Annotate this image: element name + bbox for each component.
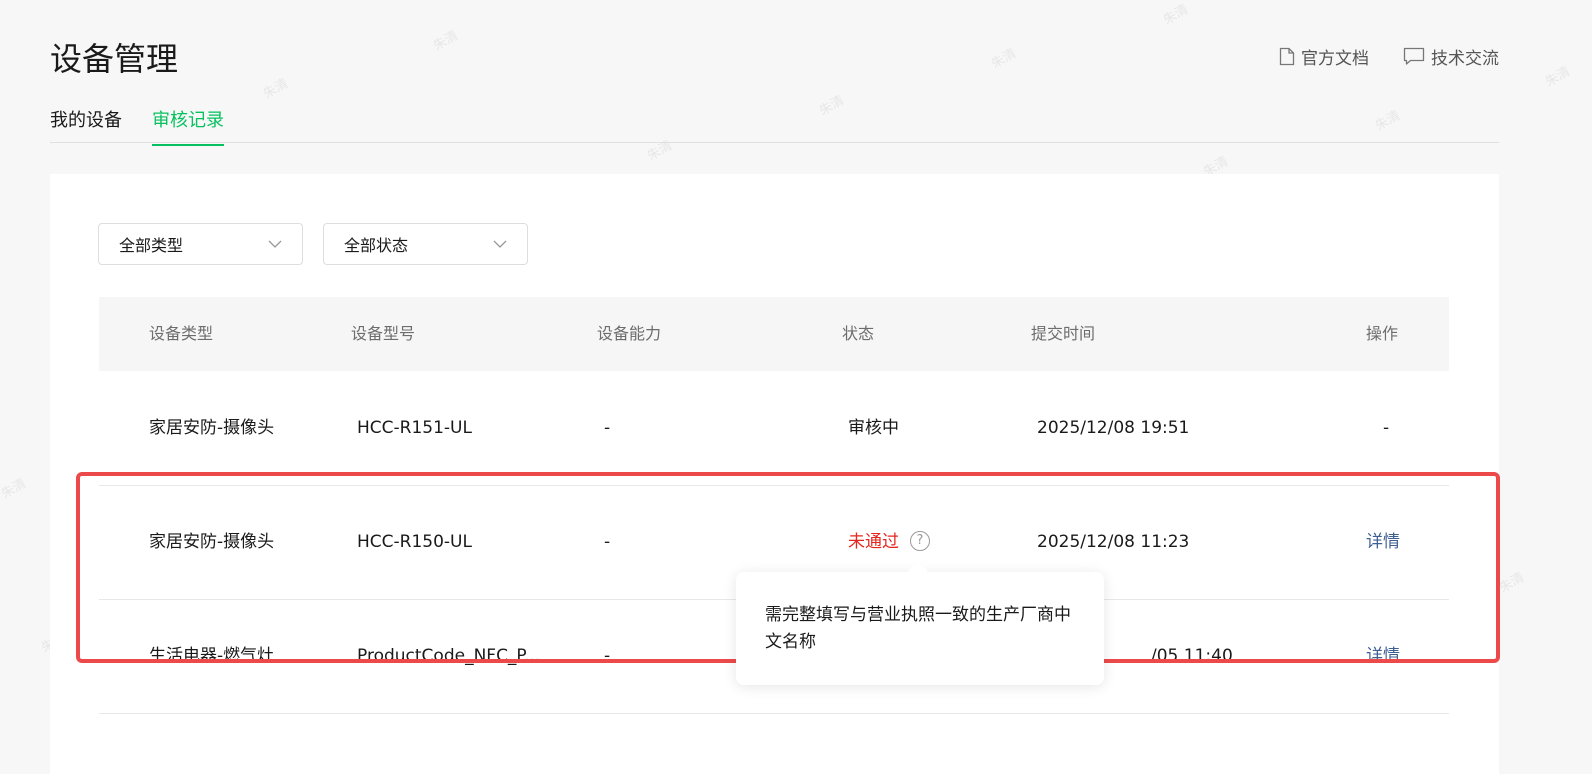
page-title: 设备管理	[50, 40, 179, 78]
type-filter-value: 全部类型	[119, 236, 184, 255]
table-row: 家居安防-摄像头 HCC-R151-UL - 审核中 2025/12/08 19…	[99, 371, 1449, 486]
device-type-cell: 家居安防-摄像头	[149, 418, 275, 438]
device-model-cell: HCC-R151-UL	[357, 418, 472, 438]
device-type-cell: 生活电器-燃气灶	[149, 646, 275, 666]
watermark: 朱清	[1496, 570, 1528, 597]
column-header-status: 状态	[842, 324, 875, 343]
rejection-reason-tooltip: 需完整填写与营业执照一致的生产厂商中文名称	[736, 572, 1104, 685]
device-capability-cell: -	[604, 646, 611, 666]
device-model-cell: HCC-R150-UL	[357, 532, 472, 552]
watermark: 朱清	[1160, 2, 1192, 29]
column-header-submit-time: 提交时间	[1031, 324, 1096, 343]
table-header: 设备类型 设备型号 设备能力 状态 提交时间 操作	[99, 297, 1449, 371]
watermark: 朱清	[0, 476, 30, 503]
watermark: 朱清	[1542, 64, 1574, 91]
action-cell: -	[1383, 418, 1390, 438]
tech-discussion-label: 技术交流	[1431, 49, 1499, 69]
official-docs-label: 官方文档	[1301, 49, 1369, 69]
status-filter-select[interactable]: 全部状态	[323, 223, 528, 265]
watermark: 朱清	[988, 46, 1020, 73]
status-cell: 审核中	[848, 418, 899, 438]
watermark: 朱清	[644, 138, 676, 165]
column-header-device-model: 设备型号	[351, 324, 416, 343]
device-capability-cell: -	[604, 532, 611, 552]
watermark: 朱清	[1372, 108, 1404, 135]
device-model-cell: ProductCode_NFC_P...	[357, 646, 541, 666]
tab-divider	[50, 142, 1499, 143]
column-header-device-capability: 设备能力	[597, 324, 662, 343]
watermark: 朱清	[260, 76, 292, 103]
document-icon	[1279, 47, 1295, 66]
details-link[interactable]: 详情	[1366, 485, 1400, 599]
device-capability-cell: -	[604, 418, 611, 438]
column-header-action: 操作	[1366, 324, 1399, 343]
column-header-device-type: 设备类型	[149, 324, 214, 343]
chevron-down-icon	[268, 240, 282, 248]
device-type-cell: 家居安防-摄像头	[149, 532, 275, 552]
chat-icon	[1403, 47, 1425, 66]
official-docs-link[interactable]: 官方文档	[1279, 44, 1369, 69]
tab-review-records[interactable]: 审核记录	[152, 106, 224, 146]
help-icon[interactable]: ?	[910, 531, 930, 551]
type-filter-select[interactable]: 全部类型	[98, 223, 303, 265]
status-filter-value: 全部状态	[344, 236, 409, 255]
tooltip-text: 需完整填写与营业执照一致的生产厂商中文名称	[765, 605, 1071, 652]
watermark: 朱清	[816, 93, 848, 120]
submit-time-cell: /05 11:40	[1151, 646, 1233, 666]
header-links: 官方文档 技术交流	[1279, 44, 1499, 69]
details-link[interactable]: 详情	[1366, 599, 1400, 713]
chevron-down-icon	[493, 240, 507, 248]
tab-my-devices[interactable]: 我的设备	[50, 106, 122, 146]
tech-discussion-link[interactable]: 技术交流	[1403, 44, 1499, 69]
tab-bar: 我的设备 审核记录	[50, 106, 224, 146]
submit-time-cell: 2025/12/08 19:51	[1037, 418, 1190, 438]
watermark: 朱清	[430, 28, 462, 55]
